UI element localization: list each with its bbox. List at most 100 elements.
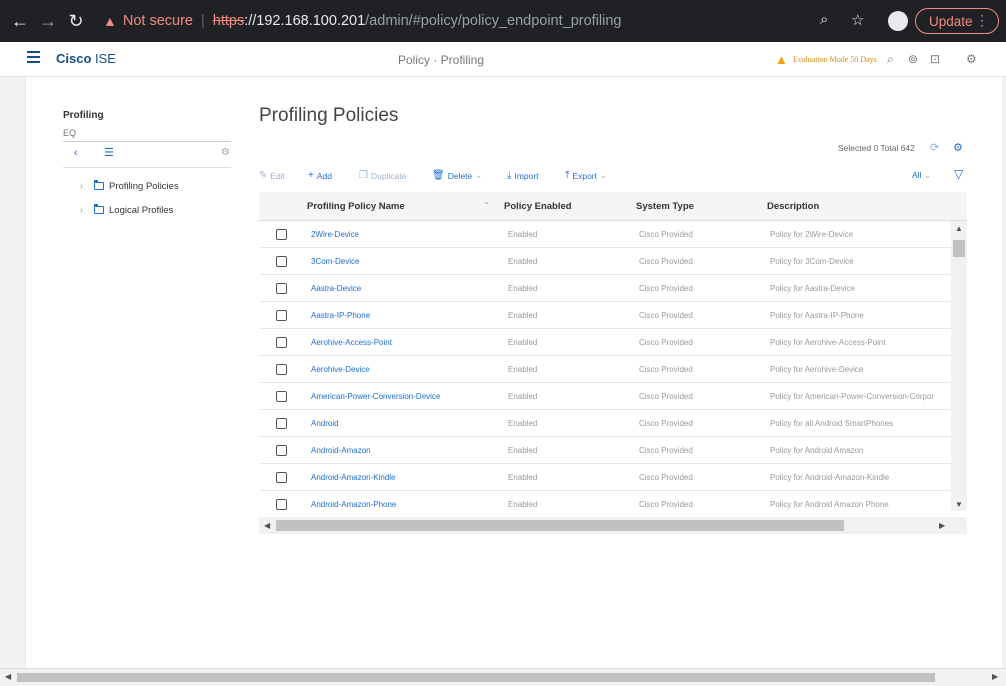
notifications-icon[interactable]: ⊡ [930,52,940,66]
settings-gear-icon[interactable]: ⚙ [966,52,977,66]
row-checkbox[interactable] [276,445,287,456]
table-row[interactable]: 3Com-Device Enabled Cisco Provided Polic… [259,248,951,275]
row-checkbox[interactable] [276,364,287,375]
policy-enabled-cell: Enabled [508,311,538,320]
system-type-cell: Cisco Provided [639,446,693,455]
import-icon: ⤓ [507,170,512,181]
delete-button[interactable]: 🗑 Delete ⌄ [432,170,482,181]
system-type-cell: Cisco Provided [639,230,693,239]
policy-name-link[interactable]: Android-Amazon-Phone [311,500,501,509]
table-horizontal-scrollbar[interactable]: ◀ ▶ [259,517,967,534]
url-scheme: https [212,13,245,29]
table-row[interactable]: Android-Amazon-Kindle Enabled Cisco Prov… [259,464,951,491]
tree-view-icon[interactable]: ☰ [104,146,114,159]
table-row[interactable]: Android-Amazon-Phone Enabled Cisco Provi… [259,491,951,511]
policy-name-link[interactable]: Aerohive-Device [311,365,501,374]
import-label: Import [514,170,539,181]
page-horizontal-scrollbar[interactable]: ◀ ▶ [0,668,1006,686]
edit-label: Edit [270,170,286,181]
back-arrow-icon[interactable]: ← [6,11,34,32]
policy-name-link[interactable]: 2Wire-Device [311,230,501,239]
row-checkbox[interactable] [276,418,287,429]
address-bar[interactable]: ▲ Not secure | https://192.168.100.201/a… [103,7,873,35]
duplicate-button[interactable]: ❐ Duplicate [359,170,406,181]
col-header-description[interactable]: Description [767,201,819,212]
reload-icon[interactable]: ↻ [62,11,90,32]
nav-title: Profiling [63,110,104,121]
policy-enabled-cell: Enabled [508,257,538,266]
table-row[interactable]: Aastra-Device Enabled Cisco Provided Pol… [259,275,951,302]
zoom-icon[interactable]: ⌕ [820,11,828,28]
filter-funnel-icon[interactable]: ▽ [954,167,963,181]
scroll-down-arrow-icon[interactable]: ▼ [955,500,963,509]
filter-label: All [912,170,922,180]
policy-name-link[interactable]: Android [311,419,501,428]
table-settings-gear-icon[interactable]: ⚙ [953,141,963,154]
table-row[interactable]: Android-Amazon Enabled Cisco Provided Po… [259,437,951,464]
nav-item-profiling-policies[interactable]: › Profiling Policies [80,178,179,194]
policy-name-link[interactable]: Android-Amazon [311,446,501,455]
scroll-left-arrow-icon[interactable]: ◀ [264,521,270,530]
brand-logo[interactable]: Cisco ISE [56,51,116,66]
search-icon[interactable]: ⌕ [887,52,894,67]
nav-search-input[interactable] [63,125,231,142]
policy-enabled-cell: Enabled [508,419,538,428]
not-secure-label[interactable]: Not secure [123,13,193,29]
col-header-policy-name[interactable]: Profiling Policy Name [307,201,405,212]
sort-ascending-icon[interactable]: ⌃ [483,201,490,210]
nav-item-label: Profiling Policies [109,180,179,192]
table-row[interactable]: Aerohive-Device Enabled Cisco Provided P… [259,356,951,383]
col-header-system-type[interactable]: System Type [636,201,694,212]
page-scroll-thumb[interactable] [17,673,935,682]
row-checkbox[interactable] [276,337,287,348]
row-checkbox[interactable] [276,499,287,510]
table-row[interactable]: American-Power-Conversion-Device Enabled… [259,383,951,410]
scroll-up-arrow-icon[interactable]: ▲ [955,224,963,233]
update-button[interactable]: Update ⋮ [915,8,999,34]
chevron-down-icon: ⌄ [923,170,931,180]
page-breadcrumb-title: Policy · Profiling [398,53,485,67]
policy-name-link[interactable]: Aastra-IP-Phone [311,311,501,320]
policy-name-link[interactable]: Aastra-Device [311,284,501,293]
edit-button[interactable]: ✎ Edit [259,170,285,181]
hamburger-menu-icon[interactable] [27,51,40,63]
profiling-policies-table: Profiling Policy Name ⌃ Policy Enabled S… [259,192,967,535]
description-cell: Policy for Aerohive-Device [770,365,864,374]
row-checkbox[interactable] [276,283,287,294]
nav-item-logical-profiles[interactable]: › Logical Profiles [80,202,173,218]
row-checkbox[interactable] [276,391,287,402]
table-row[interactable]: 2Wire-Device Enabled Cisco Provided Poli… [259,221,951,248]
scroll-right-arrow-icon[interactable]: ▶ [939,521,945,530]
nav-settings-icon[interactable]: ⚙ [221,147,230,158]
policy-name-link[interactable]: Android-Amazon-Kindle [311,473,501,482]
export-button[interactable]: ⤒ Export ⌄ [565,170,607,181]
help-icon[interactable]: ⊚ [908,52,918,66]
add-button[interactable]: + Add [308,170,332,181]
policy-name-link[interactable]: Aerohive-Access-Point [311,338,501,347]
table-row[interactable]: Aerohive-Access-Point Enabled Cisco Prov… [259,329,951,356]
bookmark-star-icon[interactable]: ☆ [851,11,864,29]
policy-name-link[interactable]: 3Com-Device [311,257,501,266]
scroll-left-arrow-icon[interactable]: ◀ [5,672,11,681]
scroll-right-arrow-icon[interactable]: ▶ [992,672,998,681]
row-checkbox[interactable] [276,472,287,483]
table-row[interactable]: Aastra-IP-Phone Enabled Cisco Provided P… [259,302,951,329]
row-checkbox[interactable] [276,256,287,267]
profile-avatar[interactable] [888,11,908,31]
quick-filter-dropdown[interactable]: All ⌄ [912,170,931,181]
horizontal-scroll-thumb[interactable] [276,520,844,531]
col-header-policy-enabled[interactable]: Policy Enabled [504,201,572,212]
row-checkbox[interactable] [276,310,287,321]
table-row[interactable]: Android Enabled Cisco Provided Policy fo… [259,410,951,437]
forward-arrow-icon[interactable]: → [34,11,62,32]
policy-name-link[interactable]: American-Power-Conversion-Device [311,392,501,401]
import-button[interactable]: ⤓ Import [507,170,539,181]
chevron-left-icon[interactable]: ‹ [74,147,78,159]
refresh-icon[interactable]: ⟳ [930,141,939,154]
update-label: Update [929,13,973,29]
table-vertical-scrollbar[interactable]: ▲ ▼ [951,221,967,511]
evaluation-mode-link[interactable]: Evaluation Mode 50 Days [793,55,877,64]
vertical-scroll-thumb[interactable] [953,240,965,257]
system-type-cell: Cisco Provided [639,365,693,374]
row-checkbox[interactable] [276,229,287,240]
